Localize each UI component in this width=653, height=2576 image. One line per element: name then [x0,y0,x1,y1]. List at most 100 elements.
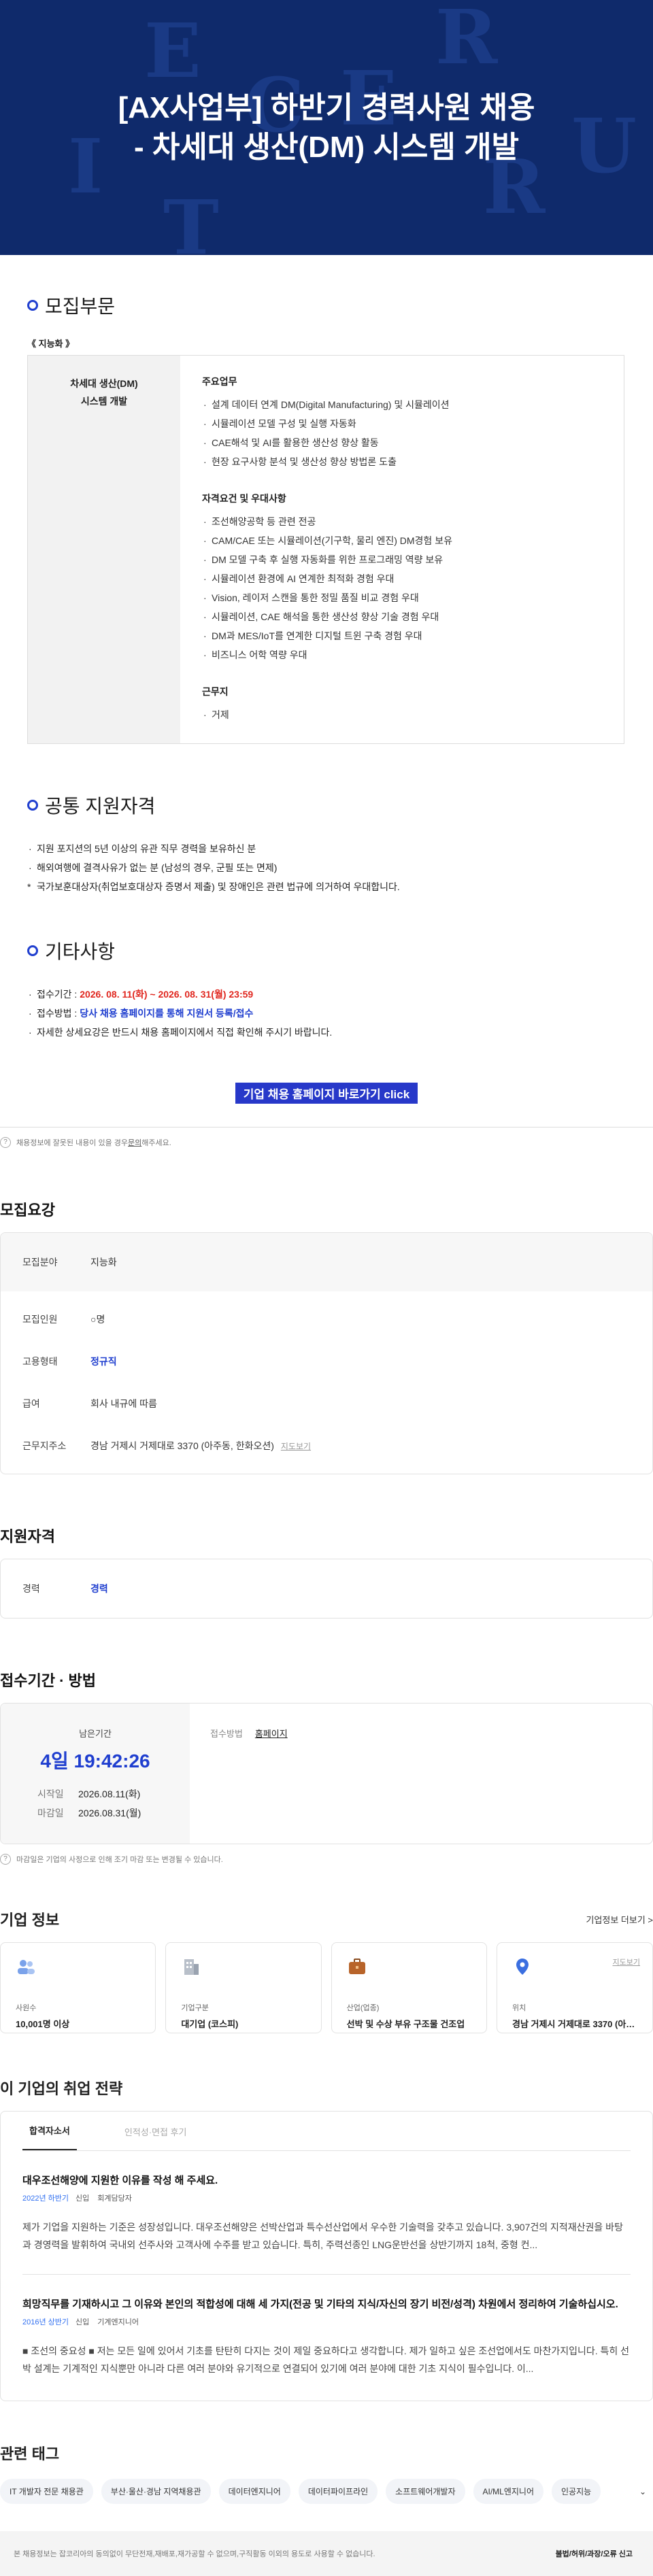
tab-essays[interactable]: 합격자소서 [22,2124,77,2150]
report-link[interactable]: 문의 [128,1137,141,1148]
company-card-label: 기업구분 [181,2004,209,2012]
essay-role: 회계담당자 [97,2194,132,2203]
tag[interactable]: 인공지능 [552,2479,601,2504]
chevron-down-icon[interactable]: ⌄ [639,2487,646,2496]
company-header: 기업 정보 기업정보 더보기 > [0,1908,653,1930]
location-item: 거제 [202,705,602,724]
essay-item[interactable]: 희망직무를 기재하시고 그 이유와 본인의 적합성에 대해 세 가지(전공 및 … [22,2275,631,2377]
etc-heading-text: 기타사항 [45,941,116,962]
hero-title-line1: [AX사업부] 하반기 경력사원 채용 [118,91,535,124]
company-card-label: 산업(업종) [346,2004,380,2012]
company-card-value: 대기업 (코스피) [181,2019,239,2029]
qualification-row: 경력 경력 [1,1559,652,1618]
summary-value: 경남 거제시 거제대로 3370 (아주동, 한화오션) [90,1440,274,1451]
essay-body: 제가 기업을 지원하는 기준은 성장성입니다. 대우조선해양은 선박산업과 특수… [22,2222,623,2250]
essay-question: 대우조선해양에 지원한 이유를 작성 해 주세요. [22,2175,218,2186]
summary-value: 회사 내규에 따름 [90,1398,157,1409]
essay-meta: 2022년 하반기 신입 회계담당자 [22,2192,631,2203]
hero-title: [AX사업부] 하반기 경력사원 채용 - 차세대 생산(DM) 시스템 개발 [0,88,653,167]
company-more-link[interactable]: 기업정보 더보기 > [586,1913,653,1926]
tag[interactable]: 소프트웨어개발자 [386,2479,465,2504]
tags-heading: 관련 태그 [0,2445,60,2462]
apply-heading: 접수기간 · 방법 [0,1672,96,1689]
recruit-heading-text: 모집부문 [45,296,116,317]
start-date: 2026.08.11(화) [78,1789,141,1799]
tag[interactable]: 데이터파이프라인 [298,2479,378,2504]
company-heading: 기업 정보 [0,1912,60,1929]
tag[interactable]: AI/ML엔지니어 [473,2479,544,2504]
essay-body: ■ 조선의 중요성 ■ 저는 모든 일에 있어서 기초를 탄탄히 다지는 것이 … [22,2345,630,2374]
essay-type: 신입 [76,2318,90,2326]
company-map-link[interactable]: 지도보기 [613,1956,640,1967]
recruit-heading: 모집부문 [27,292,626,319]
tab-reviews[interactable]: 인적성·면접 후기 [118,2125,194,2150]
hero-banner: E R E C I T U R [AX사업부] 하반기 경력사원 채용 - 차세… [0,0,653,255]
job-table: 차세대 생산(DM) 시스템 개발 주요업무 설계 데이터 연계 DM(Digi… [27,355,624,744]
essay-year: 2022년 하반기 [22,2194,69,2203]
company-card-label: 사원수 [16,2004,37,2012]
summary-row: 근무지주소 경남 거제시 거제대로 3370 (아주동, 한화오션) 지도보기 [1,1425,652,1467]
quals-title: 자격요건 및 우대사항 [202,493,286,504]
duty-item: 설계 데이터 연계 DM(Digital Manufacturing) 및 시뮬… [202,395,602,414]
essay-role: 기계엔지니어 [97,2318,139,2326]
summary-value: 지능화 [90,1257,117,1268]
method-label: 접수방법 [210,1729,243,1739]
common-heading: 공통 지원자격 [27,792,626,819]
pin-icon [516,1959,529,1975]
company-card-value: 경남 거제시 거제대로 3370 (아주동, 한화오션) [512,2019,637,2029]
deadline-note-text: 마감일은 기업의 사정으로 인해 조기 마감 또는 변경될 수 있습니다. [16,1856,223,1864]
footer-disclaimer: 본 채용정보는 잡코리아의 동의없이 무단전재,재배포,재가공할 수 없으며,구… [14,2550,375,2558]
summary-heading: 모집요강 [0,1202,55,1219]
duty-item: 현장 요구사항 분석 및 생산성 향상 방법론 도출 [202,452,602,471]
essay-type: 신입 [76,2194,90,2203]
common-note: 국가보훈대상자(취업보호대상자 증명서 제출) 및 장애인은 관련 법규에 의거… [27,877,626,896]
apply-period-panel: 남은기간 4일 19:42:26 시작일 2026.08.11(화) 마감일 202… [1,1704,190,1844]
company-card: 산업(업종) 선박 및 수상 부유 구조물 건조업 [331,1942,487,2033]
etc-method-label: 접수방법 : [37,1008,80,1019]
start-label: 시작일 [37,1789,64,1799]
common-list: 지원 포지션의 5년 이상의 유관 직무 경력을 보유하신 분 해외여행에 결격… [27,839,626,896]
tag[interactable]: IT 개발자 전문 채용관 [0,2479,93,2504]
etc-period: 접수기간 : 2026. 08. 11(화) ~ 2026. 08. 31(월)… [27,985,626,1004]
company-card: 사원수 10,001명 이상 [0,1942,156,2033]
homepage-cta-button[interactable]: 기업 채용 홈페이지 바로가기 click [235,1083,418,1104]
circle-bullet-icon [27,800,38,811]
report-button[interactable]: 불법/허위/과장/오류 신고 [556,2548,633,2559]
briefcase-icon [348,1959,365,1974]
qualification-value: 경력 [90,1583,108,1594]
cta-wrap: 기업 채용 홈페이지 바로가기 click [27,1083,626,1104]
tag[interactable]: 부산·울산·경남 지역채용관 [101,2479,211,2504]
qual-item: 비즈니스 어학 역량 우대 [202,645,602,664]
summary-key: 모집분야 [22,1257,58,1268]
qualification-card: 경력 경력 [0,1559,653,1619]
end-date: 2026.08.31(월) [78,1808,141,1818]
summary-key: 고용형태 [22,1356,58,1367]
summary-key: 모집인원 [22,1314,58,1325]
summary-row: 모집분야 지능화 [1,1233,652,1291]
tag[interactable]: 데이터엔지니어 [218,2479,290,2504]
common-item: 지원 포지션의 5년 이상의 유관 직무 경력을 보유하신 분 [27,839,626,858]
qualification-heading: 지원자격 [0,1528,55,1545]
essay-item[interactable]: 대우조선해양에 지원한 이유를 작성 해 주세요. 2022년 하반기 신입 회계담… [22,2151,631,2254]
company-card: 기업구분 대기업 (코스피) [165,1942,322,2033]
company-card-value: 선박 및 수상 부유 구조물 건조업 [346,2019,465,2029]
etc-method-value: 당사 채용 홈페이지를 통해 지원서 등록/접수 [80,1008,254,1019]
summary-row: 모집인원 ○명 [1,1298,652,1340]
essay-year: 2016년 상반기 [22,2318,69,2326]
summary-row: 급여 회사 내규에 따름 [1,1383,652,1425]
end-label: 마감일 [37,1808,64,1818]
company-cards: 사원수 10,001명 이상 기업구분 대기업 (코스피) 산업(업종) 선박 … [0,1942,653,2033]
question-icon: ? [0,1854,11,1865]
circle-bullet-icon [27,300,38,311]
qual-item: DM 모델 구축 후 실행 자동화를 위한 프로그래밍 역량 보유 [202,550,602,569]
company-card-value: 10,001명 이상 [16,2019,70,2029]
deadline-note: ? 마감일은 기업의 사정으로 인해 조기 마감 또는 변경될 수 있습니다. [0,1844,653,1865]
building-icon [184,1959,199,1975]
hero-bg-letter: R [435,0,498,81]
apply-dates: 시작일 2026.08.11(화) 마감일 2026.08.31(월) [1,1784,190,1823]
report-note: ? 채용정보에 잘못된 내용이 있을 경우 문의 해주세요. [0,1128,653,1148]
summary-value: 정규직 [90,1356,117,1367]
method-link[interactable]: 홈페이지 [255,1729,288,1739]
qual-item: 시뮬레이션 환경에 AI 연계한 최적화 경험 우대 [202,569,602,588]
map-link[interactable]: 지도보기 [281,1440,311,1452]
